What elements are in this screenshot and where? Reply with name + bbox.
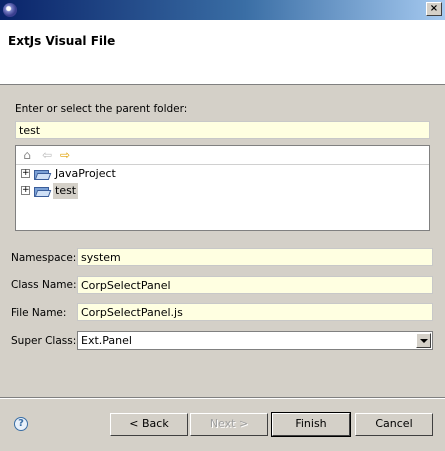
finish-button[interactable]: Finish — [271, 412, 351, 437]
expand-icon[interactable]: + — [21, 186, 30, 195]
namespace-input[interactable]: system — [77, 248, 433, 266]
title-bar: × — [0, 0, 445, 20]
parent-folder-input[interactable]: test — [15, 121, 430, 139]
wizard-title: ExtJs Visual File — [8, 34, 116, 48]
folder-icon — [34, 185, 52, 197]
super-class-value: Ext.Panel — [81, 334, 132, 347]
file-name-label: File Name: — [11, 307, 67, 319]
next-button[interactable]: Next > — [190, 413, 268, 436]
tree-node-javaproject[interactable]: + JavaProject — [21, 166, 171, 182]
folder-tree[interactable]: ⌂ ⇦ ⇨ + JavaProject + test — [15, 145, 430, 231]
home-icon[interactable]: ⌂ — [20, 149, 34, 162]
class-name-label: Class Name: — [11, 279, 77, 291]
eclipse-icon — [3, 3, 17, 17]
wizard-banner: ExtJs Visual File — [0, 20, 445, 85]
tree-separator — [16, 164, 429, 165]
tree-node-label: JavaProject — [55, 167, 116, 180]
close-window-button[interactable]: × — [426, 2, 442, 16]
file-name-input[interactable]: CorpSelectPanel.js — [77, 303, 433, 321]
super-class-label: Super Class: — [11, 335, 77, 347]
parent-folder-label: Enter or select the parent folder: — [15, 103, 188, 115]
footer-divider — [0, 397, 445, 399]
help-icon[interactable]: ? — [14, 417, 28, 431]
namespace-label: Namespace: — [11, 252, 77, 264]
forward-arrow-icon[interactable]: ⇨ — [58, 149, 72, 162]
cancel-button[interactable]: Cancel — [355, 413, 433, 436]
super-class-select[interactable]: Ext.Panel — [77, 331, 433, 350]
class-name-input[interactable]: CorpSelectPanel — [77, 276, 433, 294]
tree-node-test[interactable]: + test — [21, 183, 171, 199]
back-button[interactable]: < Back — [110, 413, 188, 436]
folder-icon — [34, 168, 52, 180]
expand-icon[interactable]: + — [21, 169, 30, 178]
tree-node-label: test — [53, 183, 79, 199]
back-arrow-icon[interactable]: ⇦ — [40, 149, 54, 162]
chevron-down-icon[interactable] — [416, 333, 431, 348]
